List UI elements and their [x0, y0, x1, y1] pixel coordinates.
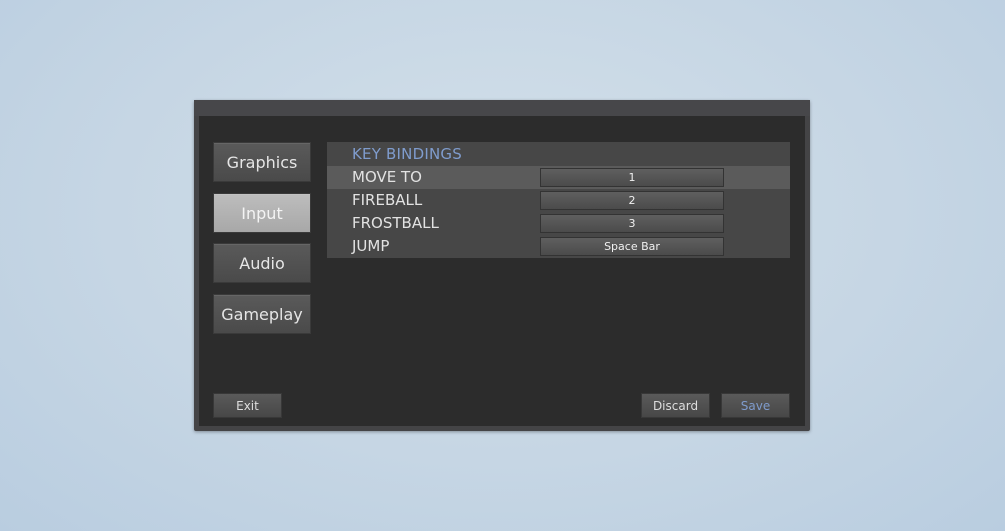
binding-key-button-jump[interactable]: Space Bar — [540, 237, 724, 256]
binding-key-button-move-to[interactable]: 1 — [540, 168, 724, 187]
discard-button[interactable]: Discard — [641, 393, 710, 418]
binding-row-frostball: FROSTBALL 3 — [327, 212, 790, 235]
tab-audio[interactable]: Audio — [213, 243, 311, 283]
key-bindings-header: KEY BINDINGS — [352, 145, 462, 163]
tab-graphics[interactable]: Graphics — [213, 142, 311, 182]
binding-action-label: MOVE TO — [352, 168, 422, 186]
binding-row-move-to: MOVE TO 1 — [327, 166, 790, 189]
save-button[interactable]: Save — [721, 393, 790, 418]
binding-action-label: JUMP — [352, 237, 390, 255]
binding-key-button-fireball[interactable]: 2 — [540, 191, 724, 210]
binding-row-jump: JUMP Space Bar — [327, 235, 790, 258]
binding-action-label: FROSTBALL — [352, 214, 439, 232]
settings-panel: Graphics Input Audio Gameplay KEY BINDIN… — [199, 116, 805, 426]
key-bindings-panel: KEY BINDINGS MOVE TO 1 FIREBALL 2 FROSTB… — [327, 142, 790, 258]
exit-button[interactable]: Exit — [213, 393, 282, 418]
settings-window: Graphics Input Audio Gameplay KEY BINDIN… — [194, 100, 810, 431]
binding-row-fireball: FIREBALL 2 — [327, 189, 790, 212]
binding-action-label: FIREBALL — [352, 191, 423, 209]
tab-gameplay[interactable]: Gameplay — [213, 294, 311, 334]
window-titlebar[interactable] — [194, 100, 810, 116]
tab-input[interactable]: Input — [213, 193, 311, 233]
binding-key-button-frostball[interactable]: 3 — [540, 214, 724, 233]
